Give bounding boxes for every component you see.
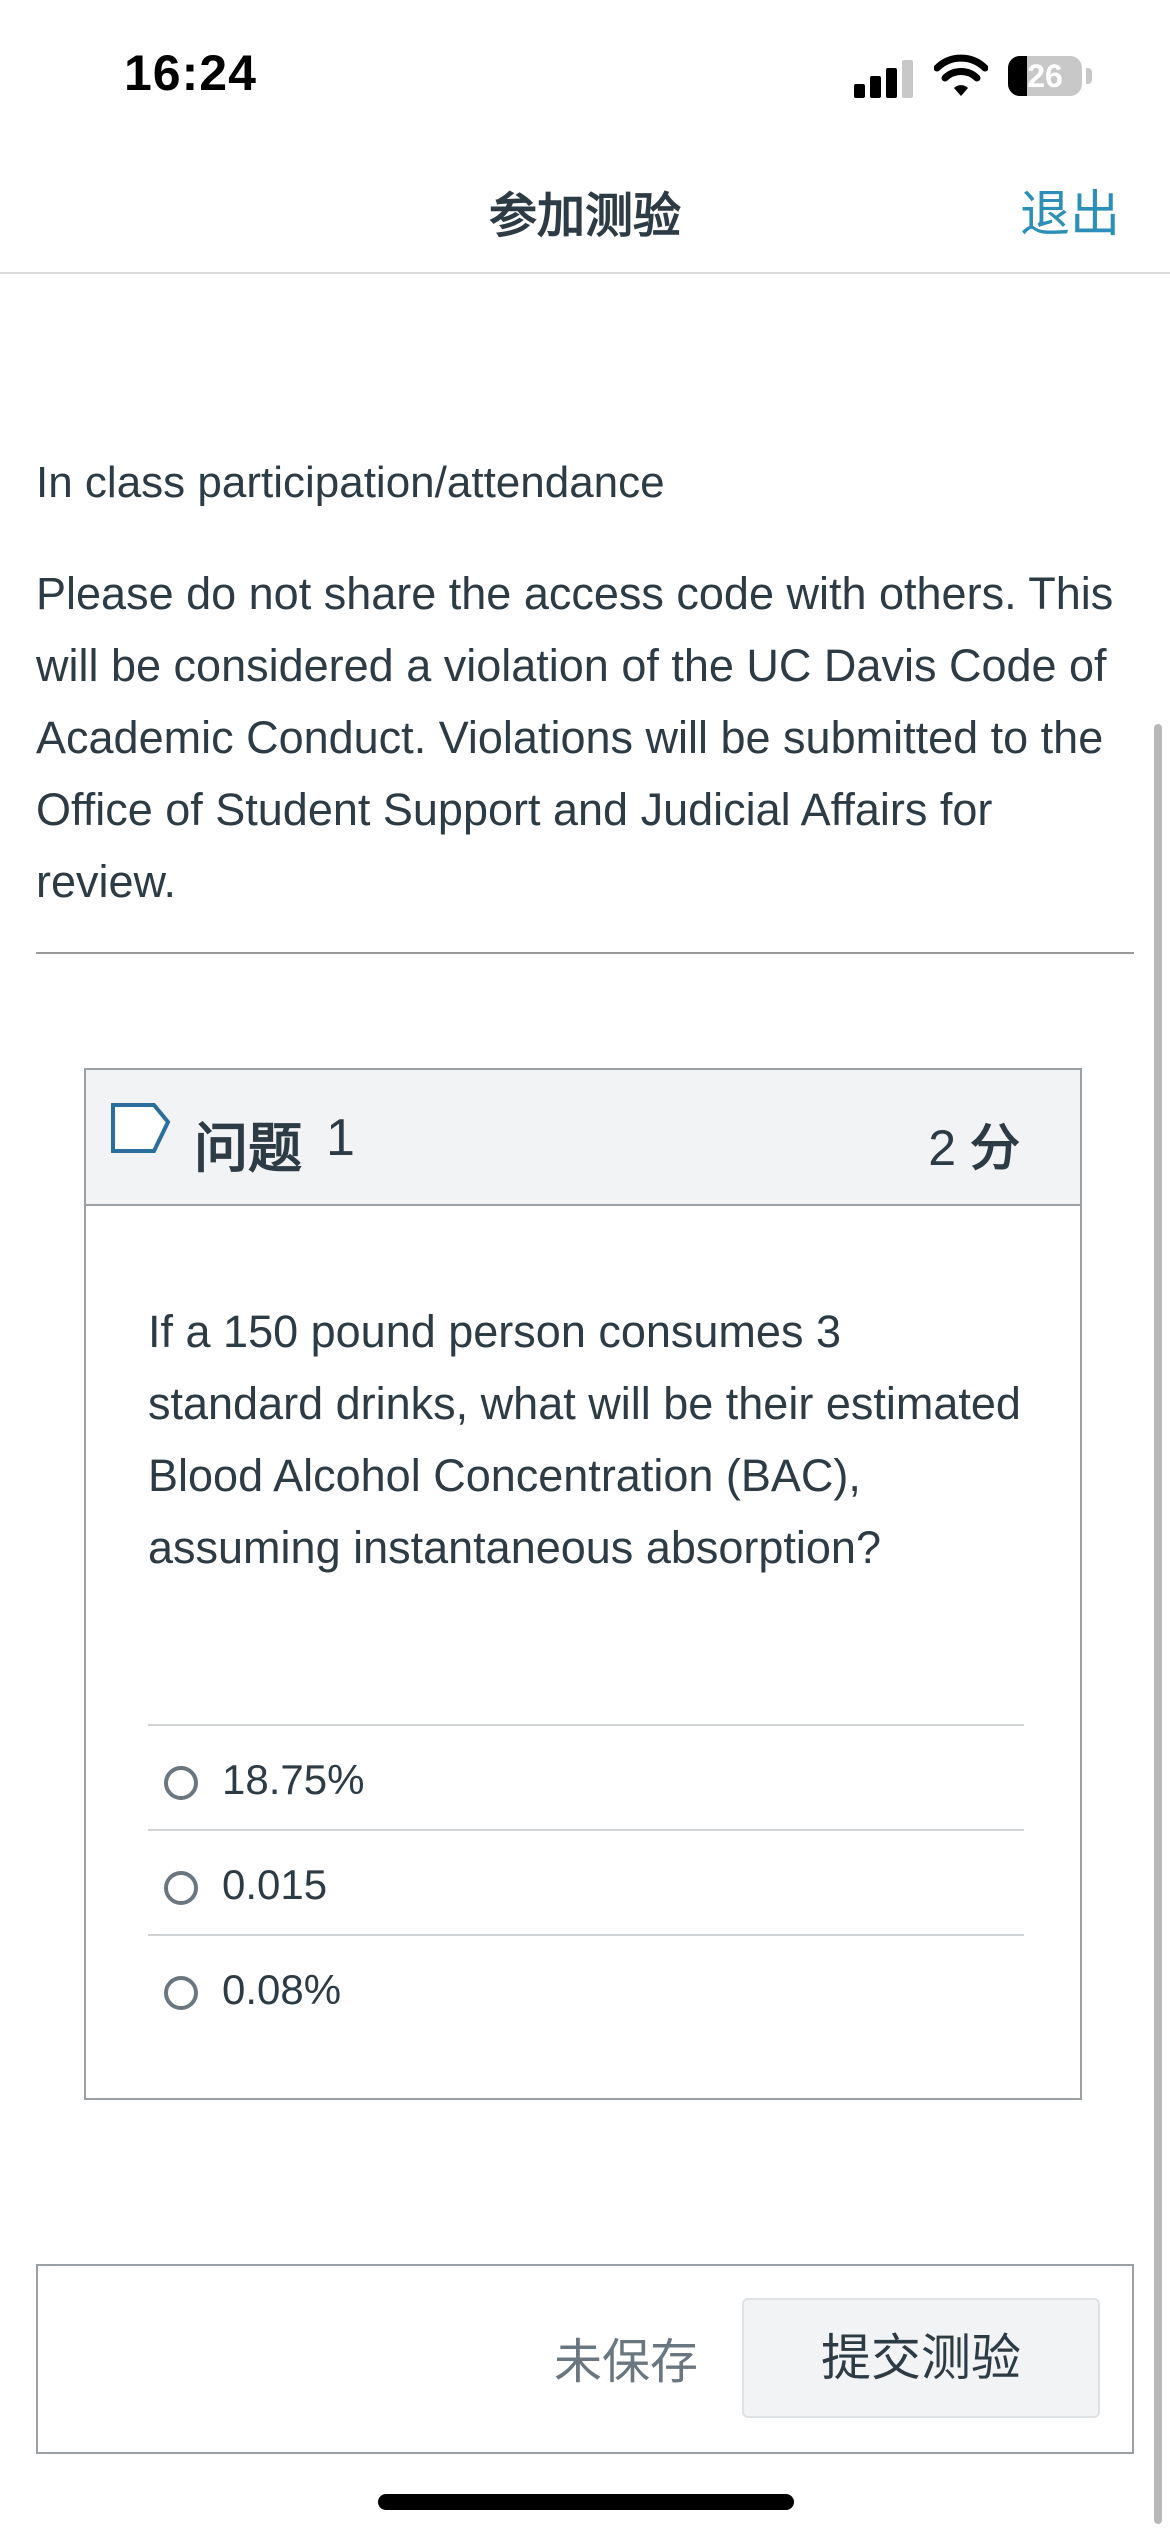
status-time: 16:24 [124,45,257,101]
battery-cap [1086,68,1092,84]
battery-icon: 26 [1008,56,1082,96]
question-number: 1 [326,1109,355,1167]
save-status: 未保存 [554,2334,699,2390]
cellular-signal-icon [854,58,916,98]
quiz-footer: 未保存 提交测验 [36,2264,1134,2454]
exit-button[interactable]: 退出 [1020,174,1120,246]
quiz-description: Please do not share the access code with… [36,568,1114,907]
answer-option[interactable]: 0.015 [148,1831,1024,1936]
points-value: 2 [928,1120,956,1176]
radio-button[interactable] [164,1976,198,2010]
divider [36,952,1134,954]
page-title: 参加测验 [488,188,681,244]
answer-list: 18.75% 0.015 0.08% [148,1724,1024,2039]
question-header: 问题 1 2分 [86,1070,1080,1206]
home-indicator[interactable] [378,2494,794,2510]
answer-label: 18.75% [222,1756,365,1803]
question-card: 问题 1 2分 If a 150 pound person consumes 3… [84,1068,1082,2100]
answer-option[interactable]: 0.08% [148,1936,1024,2039]
nav-header: 参加测验 退出 [0,140,1170,274]
scrollbar[interactable] [1154,724,1162,2524]
question-points: 2分 [928,1108,1020,1180]
quiz-title: In class participation/attendance [36,458,665,507]
submit-quiz-button[interactable]: 提交测验 [742,2298,1100,2418]
points-unit: 分 [970,1119,1020,1177]
answer-label: 0.08% [222,1966,342,2013]
question-label: 问题 [194,1117,302,1180]
radio-button[interactable] [164,1871,198,1905]
answer-option[interactable]: 18.75% [148,1726,1024,1831]
wifi-icon [934,54,988,96]
question-text: If a 150 pound person consumes 3 standar… [148,1306,1021,1573]
battery-level: 26 [1027,58,1063,94]
status-bar: 16:24 26 [0,0,1170,140]
quiz-page: 16:24 26 参加测验 退出 In class participation/… [0,0,1170,2532]
radio-button[interactable] [164,1766,198,1800]
flag-question-icon[interactable] [110,1102,172,1154]
answer-label: 0.015 [222,1861,328,1908]
